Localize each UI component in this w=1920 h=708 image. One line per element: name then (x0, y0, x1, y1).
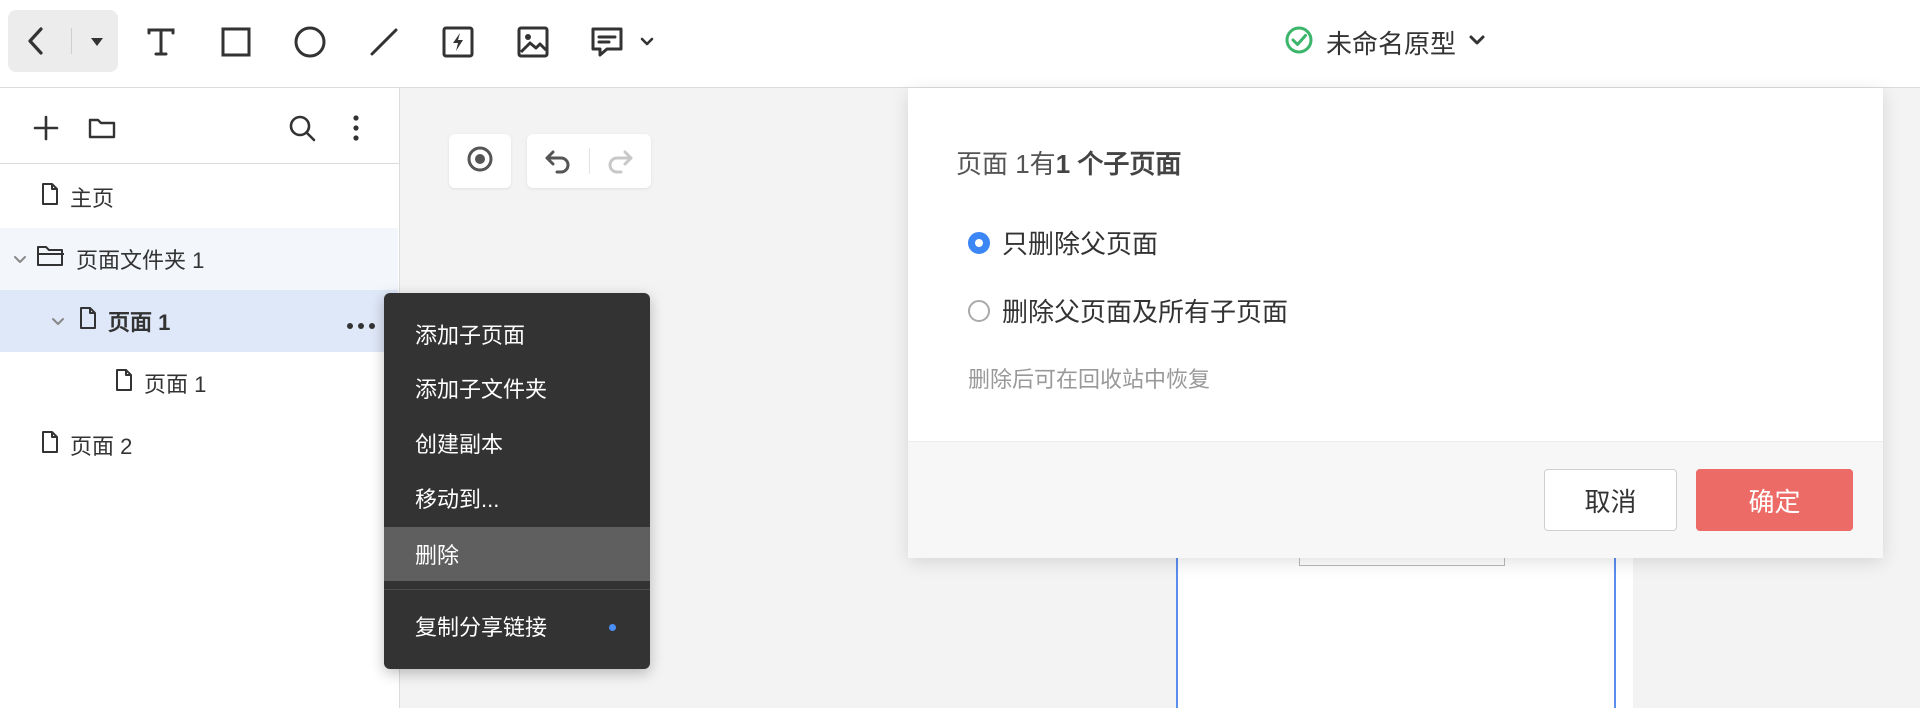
page-icon (40, 182, 60, 212)
undo-redo-group (527, 134, 651, 188)
saved-check-icon (1284, 25, 1314, 60)
tree-item-label: 页面 1 (108, 310, 171, 335)
tree-item-label: 页面 2 (70, 434, 133, 459)
text-tool-icon[interactable] (141, 22, 181, 62)
tree-item-page-2[interactable]: 页面 2 (0, 414, 398, 476)
radio-selected-icon[interactable] (968, 231, 990, 254)
radio-unselected-icon[interactable] (968, 299, 990, 322)
divider (71, 28, 72, 54)
undo-icon[interactable] (543, 148, 573, 179)
tree-item-label: 页面文件夹 1 (76, 248, 205, 273)
context-menu: 添加子页面 添加子文件夹 创建副本 移动到... 删除 复制分享链接 (384, 293, 650, 669)
circle-tool-icon[interactable] (290, 22, 330, 62)
sidebar-header (0, 88, 400, 164)
menu-item-move-to[interactable]: 移动到... (384, 471, 650, 525)
message-prefix: 页面 1有 (956, 149, 1056, 179)
tree-item-page-1-selected[interactable]: 页面 1 (0, 290, 398, 352)
artboard-border-right (1614, 558, 1616, 708)
option-delete-all[interactable]: 删除父页面及所有子页面 (968, 292, 1288, 329)
top-toolbar: 未命名原型 (0, 0, 1920, 88)
caret-down-icon[interactable] (89, 35, 105, 53)
back-button-group (8, 10, 118, 72)
option-label: 删除父页面及所有子页面 (1002, 297, 1289, 327)
line-tool-icon[interactable] (364, 22, 404, 62)
dialog-message: 页面 1有1 个子页面 (956, 144, 1181, 181)
redo-icon[interactable] (605, 148, 635, 179)
comment-dropdown-chevron-icon[interactable] (635, 22, 659, 62)
tree-item-label: 页面 1 (144, 372, 207, 397)
comment-tool-icon[interactable] (587, 22, 627, 62)
tree-item-child-page[interactable]: 页面 1 (0, 352, 398, 414)
back-arrow-icon[interactable] (24, 25, 48, 62)
dialog-footer: 取消 确定 (908, 441, 1883, 558)
chevron-down-icon[interactable] (12, 246, 28, 272)
menu-item-add-subpage[interactable]: 添加子页面 (384, 307, 650, 361)
more-vertical-icon[interactable] (338, 110, 374, 146)
option-label: 只删除父页面 (1002, 229, 1159, 259)
chevron-down-icon[interactable] (50, 308, 66, 334)
hotspot-tool-icon[interactable] (438, 22, 478, 62)
target-icon (466, 145, 494, 178)
delete-confirm-dialog: 页面 1有1 个子页面 只删除父页面 删除父页面及所有子页面 删除后可在回收站中… (908, 88, 1883, 558)
chevron-down-icon (1468, 33, 1486, 52)
menu-item-delete[interactable]: 删除 (384, 527, 650, 581)
tree-item-label: 主页 (70, 186, 115, 211)
new-badge-dot (609, 624, 616, 631)
page-icon (78, 306, 98, 336)
menu-item-duplicate[interactable]: 创建副本 (384, 416, 650, 470)
artboard-border-left (1176, 558, 1178, 708)
search-icon[interactable] (284, 110, 320, 146)
message-bold: 1 个子页面 (1055, 149, 1182, 179)
confirm-button[interactable]: 确定 (1696, 469, 1853, 531)
add-folder-icon[interactable] (84, 110, 120, 146)
menu-divider (384, 589, 650, 590)
option-delete-parent-only[interactable]: 只删除父页面 (968, 224, 1158, 261)
cancel-button[interactable]: 取消 (1544, 469, 1677, 531)
page-icon (40, 430, 60, 460)
image-tool-icon[interactable] (513, 22, 553, 62)
folder-open-icon (36, 244, 66, 274)
rectangle-tool-icon[interactable] (216, 22, 256, 62)
more-horizontal-icon[interactable] (346, 310, 376, 336)
page-icon (114, 368, 134, 398)
tree-item-folder[interactable]: 页面文件夹 1 (0, 228, 398, 290)
tree-item-home[interactable]: 主页 (0, 166, 398, 228)
divider (589, 148, 590, 174)
menu-item-add-subfolder[interactable]: 添加子文件夹 (384, 361, 650, 415)
dialog-hint: 删除后可在回收站中恢复 (968, 367, 1211, 392)
record-button[interactable] (449, 134, 511, 188)
pages-sidebar: 主页 页面文件夹 1 页面 1 页面 1 页面 2 (0, 88, 400, 708)
project-title-dropdown[interactable]: 未命名原型 (1284, 22, 1486, 62)
add-page-icon[interactable] (28, 110, 64, 146)
project-title: 未命名原型 (1326, 28, 1457, 59)
